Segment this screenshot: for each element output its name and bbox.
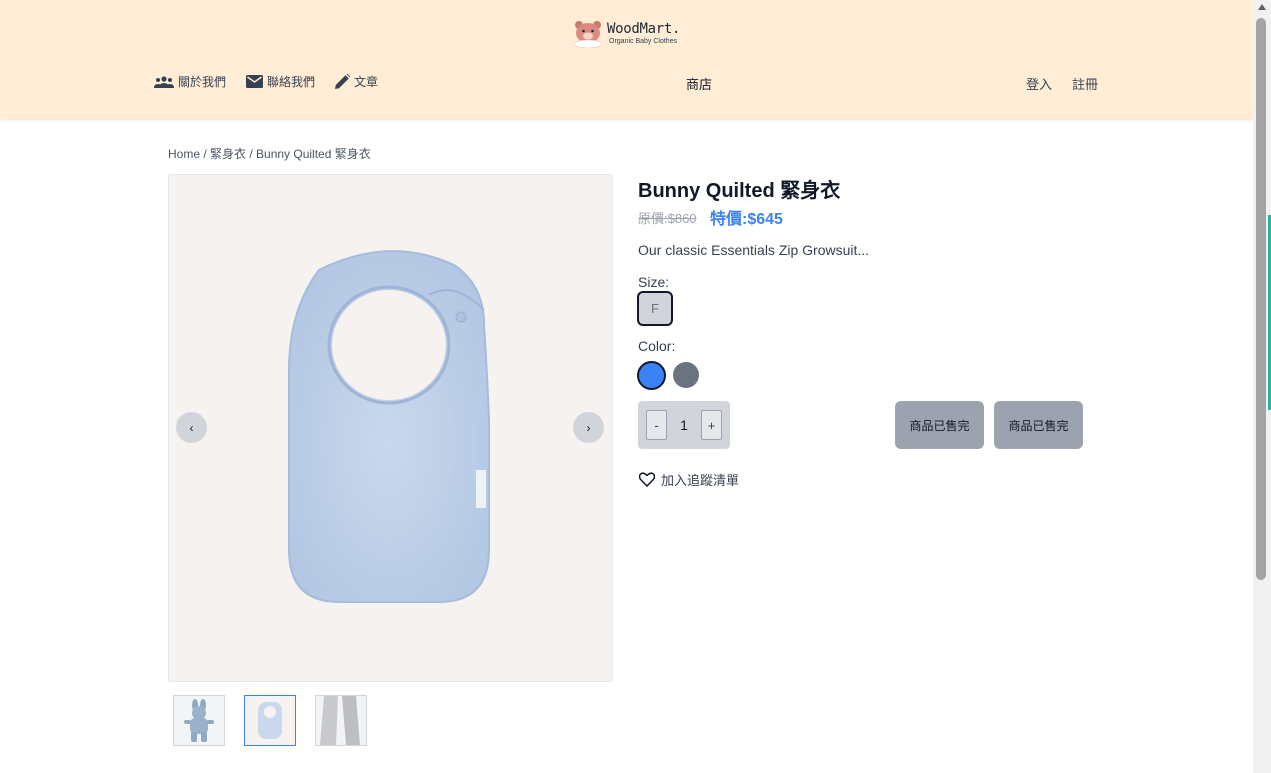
scrollbar-thumb[interactable] bbox=[1256, 18, 1266, 580]
nav-about[interactable]: 關於我們 bbox=[154, 73, 226, 90]
product-description: Our classic Essentials Zip Growsuit... bbox=[638, 242, 870, 258]
product-image-carousel: ‹ › bbox=[168, 174, 613, 682]
breadcrumb[interactable]: Home / 緊身衣 / Bunny Quilted 緊身衣 bbox=[168, 145, 371, 162]
color-label: Color: bbox=[638, 338, 676, 354]
nav-contact-label: 聯絡我們 bbox=[267, 75, 316, 89]
nav-right: 登入 註冊 bbox=[1026, 74, 1118, 93]
logo-name: WoodMart. bbox=[607, 20, 681, 37]
thumbnail-strip bbox=[173, 695, 386, 746]
nav-articles[interactable]: 文章 bbox=[335, 73, 378, 90]
nav-register[interactable]: 註冊 bbox=[1072, 74, 1098, 93]
nav-contact[interactable]: 聯絡我們 bbox=[246, 73, 315, 90]
carousel-next-button[interactable]: › bbox=[573, 412, 604, 443]
thumbnail-fabric[interactable] bbox=[315, 695, 367, 746]
nav-shop[interactable]: 商店 bbox=[686, 74, 712, 93]
bear-logo-icon bbox=[573, 21, 603, 48]
quantity-increase-button[interactable]: + bbox=[701, 410, 722, 440]
size-option-f[interactable]: F bbox=[637, 291, 673, 326]
bib-thumbnail-image bbox=[245, 696, 295, 745]
logo-tagline: Organic Baby Clothes bbox=[609, 37, 678, 45]
bunny-suit-thumbnail-image bbox=[174, 696, 224, 745]
people-icon bbox=[154, 75, 174, 88]
nav-about-label: 關於我們 bbox=[178, 75, 227, 89]
sale-price: 特價:$645 bbox=[710, 211, 783, 228]
carousel-prev-button[interactable]: ‹ bbox=[176, 412, 207, 443]
nav-login[interactable]: 登入 bbox=[1026, 74, 1052, 93]
add-to-wishlist[interactable]: 加入追蹤清單 bbox=[639, 470, 739, 489]
thumbnail-bib[interactable] bbox=[244, 695, 296, 746]
wishlist-label: 加入追蹤清單 bbox=[661, 473, 740, 488]
color-swatch-grey[interactable] bbox=[673, 362, 699, 388]
original-price: 原價:$860 bbox=[638, 211, 697, 226]
thumbnail-bunny-suit[interactable] bbox=[173, 695, 225, 746]
bib-product-image bbox=[288, 250, 490, 603]
nav-articles-label: 文章 bbox=[354, 75, 379, 89]
product-title: Bunny Quilted 緊身衣 bbox=[638, 180, 841, 202]
heart-icon bbox=[639, 472, 655, 487]
color-swatch-blue[interactable] bbox=[637, 361, 666, 390]
scroll-up-arrow-icon[interactable] bbox=[1258, 4, 1266, 10]
quantity-value[interactable]: 1 bbox=[667, 417, 701, 433]
logo[interactable]: WoodMart. Organic Baby Clothes bbox=[571, 18, 680, 48]
sold-out-button[interactable]: 商品已售完 bbox=[895, 401, 984, 449]
pencil-icon bbox=[335, 74, 351, 89]
fabric-thumbnail-image bbox=[316, 696, 366, 745]
quantity-decrease-button[interactable]: - bbox=[646, 410, 667, 440]
size-label: Size: bbox=[638, 274, 670, 290]
quantity-stepper: - 1 + bbox=[638, 401, 730, 449]
nav-left: 關於我們 聯絡我們 文章 bbox=[154, 73, 398, 90]
mail-icon bbox=[246, 75, 264, 88]
sold-out-button-secondary[interactable]: 商品已售完 bbox=[994, 401, 1083, 449]
site-header: WoodMart. Organic Baby Clothes 關於我們 聯絡我們 bbox=[0, 0, 1253, 119]
